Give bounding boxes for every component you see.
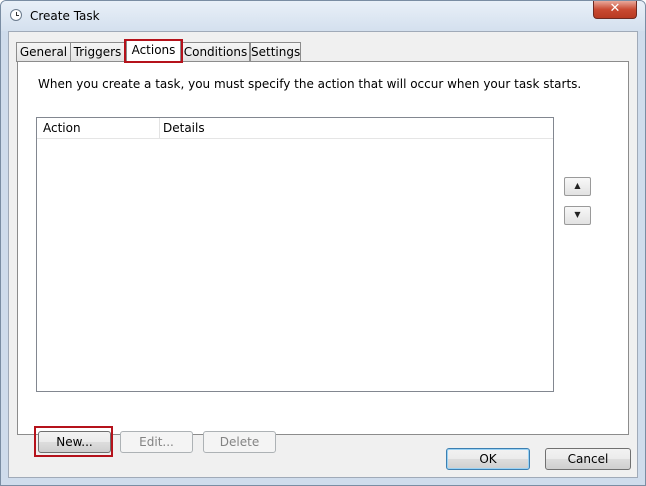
tab-conditions[interactable]: Conditions xyxy=(181,42,250,62)
create-task-window: Create Task ✕ General Triggers Actions C… xyxy=(0,0,646,486)
triangle-up-icon: ▲ xyxy=(574,181,581,190)
ok-button[interactable]: OK xyxy=(446,448,530,470)
dialog-body: General Triggers Actions Conditions Sett… xyxy=(8,31,638,478)
close-button[interactable]: ✕ xyxy=(593,1,637,19)
tab-triggers[interactable]: Triggers xyxy=(70,42,125,62)
delete-action-button[interactable]: Delete xyxy=(203,431,276,453)
edit-action-button[interactable]: Edit... xyxy=(120,431,193,453)
tab-general[interactable]: General xyxy=(16,42,71,62)
column-header-details[interactable]: Details xyxy=(160,118,553,139)
new-button-highlight xyxy=(34,426,113,457)
move-up-button[interactable]: ▲ xyxy=(564,177,591,196)
actions-tab-highlight xyxy=(124,39,183,63)
actions-list[interactable]: Action Details xyxy=(36,117,554,392)
cancel-button[interactable]: Cancel xyxy=(545,448,631,470)
triangle-down-icon: ▼ xyxy=(574,210,581,219)
close-icon: ✕ xyxy=(609,1,621,16)
actions-tab-panel: When you create a task, you must specify… xyxy=(17,61,629,457)
window-title: Create Task xyxy=(30,9,100,23)
clock-icon xyxy=(10,9,22,21)
column-header-action[interactable]: Action xyxy=(37,118,160,139)
actions-description: When you create a task, you must specify… xyxy=(38,77,582,91)
move-down-button[interactable]: ▼ xyxy=(564,206,591,225)
title-bar[interactable]: Create Task ✕ xyxy=(1,1,645,31)
tab-settings[interactable]: Settings xyxy=(250,42,301,62)
